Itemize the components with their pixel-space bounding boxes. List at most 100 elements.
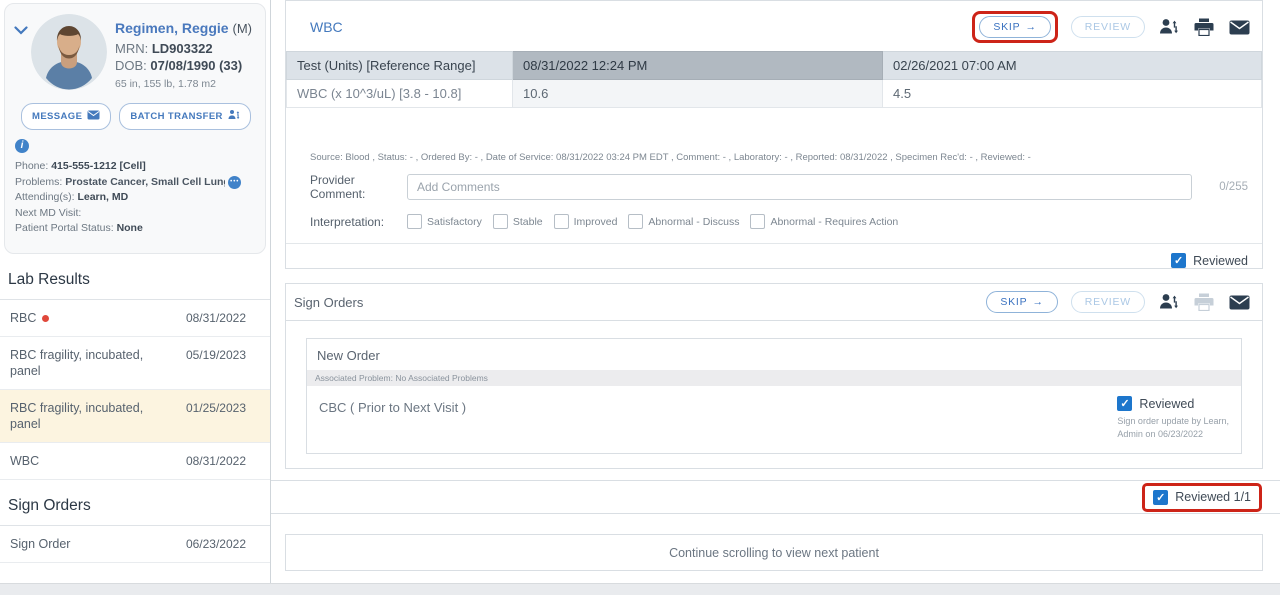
- result-reviewed-checkbox[interactable]: [1171, 253, 1186, 268]
- patient-biometrics: 65 in, 155 lb, 1.78 m2: [115, 76, 267, 93]
- column-header-test[interactable]: Test (Units) [Reference Range]: [287, 52, 513, 80]
- lab-result-name: RBC: [10, 310, 36, 326]
- envelope-icon: [87, 110, 100, 123]
- wbc-result-panel: WBC SKIP → REVIEW: [285, 0, 1263, 269]
- reviewed-summary-strip: Reviewed 1/1: [271, 480, 1280, 514]
- provider-comment-label: Provider Comment:: [310, 173, 407, 201]
- patient-summary-card: Regimen, Reggie (M) MRN: LD903322 DOB: 0…: [4, 3, 266, 254]
- problems-line: Problems: Prostate Cancer, Small Cell Lu…: [15, 175, 267, 191]
- mail-icon[interactable]: [1228, 16, 1250, 38]
- result-table: Test (Units) [Reference Range] 08/31/202…: [286, 51, 1262, 108]
- sign-order-date: 06/23/2022: [186, 536, 246, 552]
- result-prior-value: 4.5: [883, 80, 1262, 108]
- lab-result-name: RBC fragility, incubated, panel: [10, 400, 162, 432]
- sign-order-item[interactable]: Sign Order 06/23/2022: [0, 526, 270, 563]
- arrow-right-icon: →: [1025, 21, 1036, 33]
- interpretation-option-label: Stable: [513, 216, 543, 228]
- sign-orders-panel-title: Sign Orders: [294, 295, 363, 310]
- checkbox-icon[interactable]: [628, 214, 643, 229]
- message-button[interactable]: MESSAGE: [21, 103, 111, 130]
- lab-result-item-rbc-fragility-1[interactable]: RBC fragility, incubated, panel 05/19/20…: [0, 337, 270, 390]
- portal-status-line: Patient Portal Status: None: [15, 221, 267, 237]
- lab-result-item-rbc[interactable]: RBC 08/31/2022: [0, 300, 270, 337]
- print-icon[interactable]: [1193, 16, 1215, 38]
- checkbox-icon[interactable]: [554, 214, 569, 229]
- patient-dob-line: DOB: 07/08/1990 (33): [115, 57, 267, 74]
- dob-value: 07/08/1990 (33): [150, 58, 242, 73]
- patient-sex: (M): [232, 21, 252, 36]
- interpretation-option-improved[interactable]: Improved: [554, 214, 618, 229]
- order-name: CBC ( Prior to Next Visit ): [319, 396, 466, 441]
- column-header-prior-date[interactable]: 02/26/2021 07:00 AM: [883, 52, 1262, 80]
- result-current-value: 10.6: [513, 80, 883, 108]
- interpretation-option-abnormal-discuss[interactable]: Abnormal - Discuss: [628, 214, 739, 229]
- checkbox-icon[interactable]: [493, 214, 508, 229]
- lab-result-item-rbc-fragility-2-selected[interactable]: RBC fragility, incubated, panel 01/25/20…: [0, 390, 270, 443]
- char-counter: 0/255: [1204, 181, 1248, 193]
- mail-icon[interactable]: [1228, 291, 1250, 313]
- result-test-name: WBC (x 10^3/uL) [3.8 - 10.8]: [287, 80, 513, 108]
- abnormal-flag-icon: [42, 315, 49, 322]
- new-order-title: New Order: [307, 339, 1241, 370]
- lab-results-heading: Lab Results: [0, 254, 270, 300]
- info-icon[interactable]: i: [15, 139, 29, 153]
- orders-review-button[interactable]: REVIEW: [1071, 291, 1145, 313]
- skip-button-label: SKIP: [993, 21, 1020, 33]
- patient-name: Regimen, Reggie: [115, 20, 229, 36]
- interpretation-option-satisfactory[interactable]: Satisfactory: [407, 214, 482, 229]
- next-visit-line: Next MD Visit:: [15, 206, 267, 222]
- arrow-right-icon: →: [1032, 296, 1043, 308]
- mrn-value: LD903322: [152, 41, 213, 56]
- patient-avatar: [31, 14, 107, 90]
- attending-line: Attending(s): Learn, MD: [15, 190, 267, 206]
- patient-name-line: Regimen, Reggie (M): [115, 20, 267, 37]
- continue-scrolling-message: Continue scrolling to view next patient: [669, 546, 879, 560]
- lab-result-item-wbc[interactable]: WBC 08/31/2022: [0, 443, 270, 480]
- dob-label: DOB:: [115, 58, 147, 73]
- reviewed-all-checkbox[interactable]: [1153, 490, 1168, 505]
- next-visit-label: Next MD Visit:: [15, 207, 81, 219]
- review-button[interactable]: REVIEW: [1071, 16, 1145, 38]
- interpretation-option-label: Abnormal - Discuss: [648, 216, 739, 228]
- interpretation-option-label: Improved: [574, 216, 618, 228]
- checkbox-icon[interactable]: [407, 214, 422, 229]
- person-transfer-icon: [228, 109, 240, 124]
- provider-comment-input[interactable]: [407, 174, 1192, 200]
- wbc-panel-title: WBC: [310, 19, 343, 35]
- annotation-box-reviewed: Reviewed 1/1: [1142, 483, 1262, 512]
- phone-value: 415-555-1212 [Cell]: [51, 160, 146, 172]
- chevron-down-icon[interactable]: [14, 22, 28, 40]
- review-button-label: REVIEW: [1085, 21, 1131, 33]
- interpretation-option-abnormal-requires-action[interactable]: Abnormal - Requires Action: [750, 214, 898, 229]
- continue-scrolling-bar: Continue scrolling to view next patient: [285, 534, 1263, 571]
- result-meta-line: Source: Blood , Status: - , Ordered By: …: [310, 152, 1248, 163]
- sign-orders-heading: Sign Orders: [0, 480, 270, 526]
- attending-label: Attending(s):: [15, 191, 75, 203]
- annotation-box-skip: SKIP →: [972, 11, 1057, 43]
- associated-problem-bar: Associated Problem: No Associated Proble…: [307, 370, 1241, 386]
- main-content: WBC SKIP → REVIEW: [271, 0, 1280, 595]
- print-icon-disabled: [1193, 291, 1215, 313]
- orders-skip-button[interactable]: SKIP →: [986, 291, 1057, 313]
- lab-result-date: 08/31/2022: [186, 310, 246, 326]
- portal-label: Patient Portal Status:: [15, 222, 114, 234]
- column-header-current-date[interactable]: 08/31/2022 12:24 PM: [513, 52, 883, 80]
- assign-person-icon[interactable]: [1158, 16, 1180, 38]
- sign-orders-panel: Sign Orders SKIP → REVIEW: [285, 283, 1263, 469]
- interpretation-option-stable[interactable]: Stable: [493, 214, 543, 229]
- problems-more-icon[interactable]: •••: [228, 176, 241, 189]
- lab-result-date: 01/25/2023: [186, 400, 246, 416]
- problems-value: Prostate Cancer, Small Cell Lung Cancer: [65, 175, 225, 191]
- problems-label: Problems:: [15, 175, 62, 191]
- orders-review-button-label: REVIEW: [1085, 296, 1131, 308]
- batch-transfer-button[interactable]: BATCH TRANSFER: [119, 103, 251, 130]
- order-reviewed-checkbox[interactable]: [1117, 396, 1132, 411]
- checkbox-icon[interactable]: [750, 214, 765, 229]
- horizontal-scrollbar-track[interactable]: [0, 583, 1280, 595]
- mrn-label: MRN:: [115, 41, 148, 56]
- order-reviewed-label: Reviewed: [1139, 397, 1194, 411]
- assign-person-icon[interactable]: [1158, 291, 1180, 313]
- patient-mrn-line: MRN: LD903322: [115, 40, 267, 57]
- patient-sidebar: Regimen, Reggie (M) MRN: LD903322 DOB: 0…: [0, 0, 271, 583]
- skip-button[interactable]: SKIP →: [979, 16, 1050, 38]
